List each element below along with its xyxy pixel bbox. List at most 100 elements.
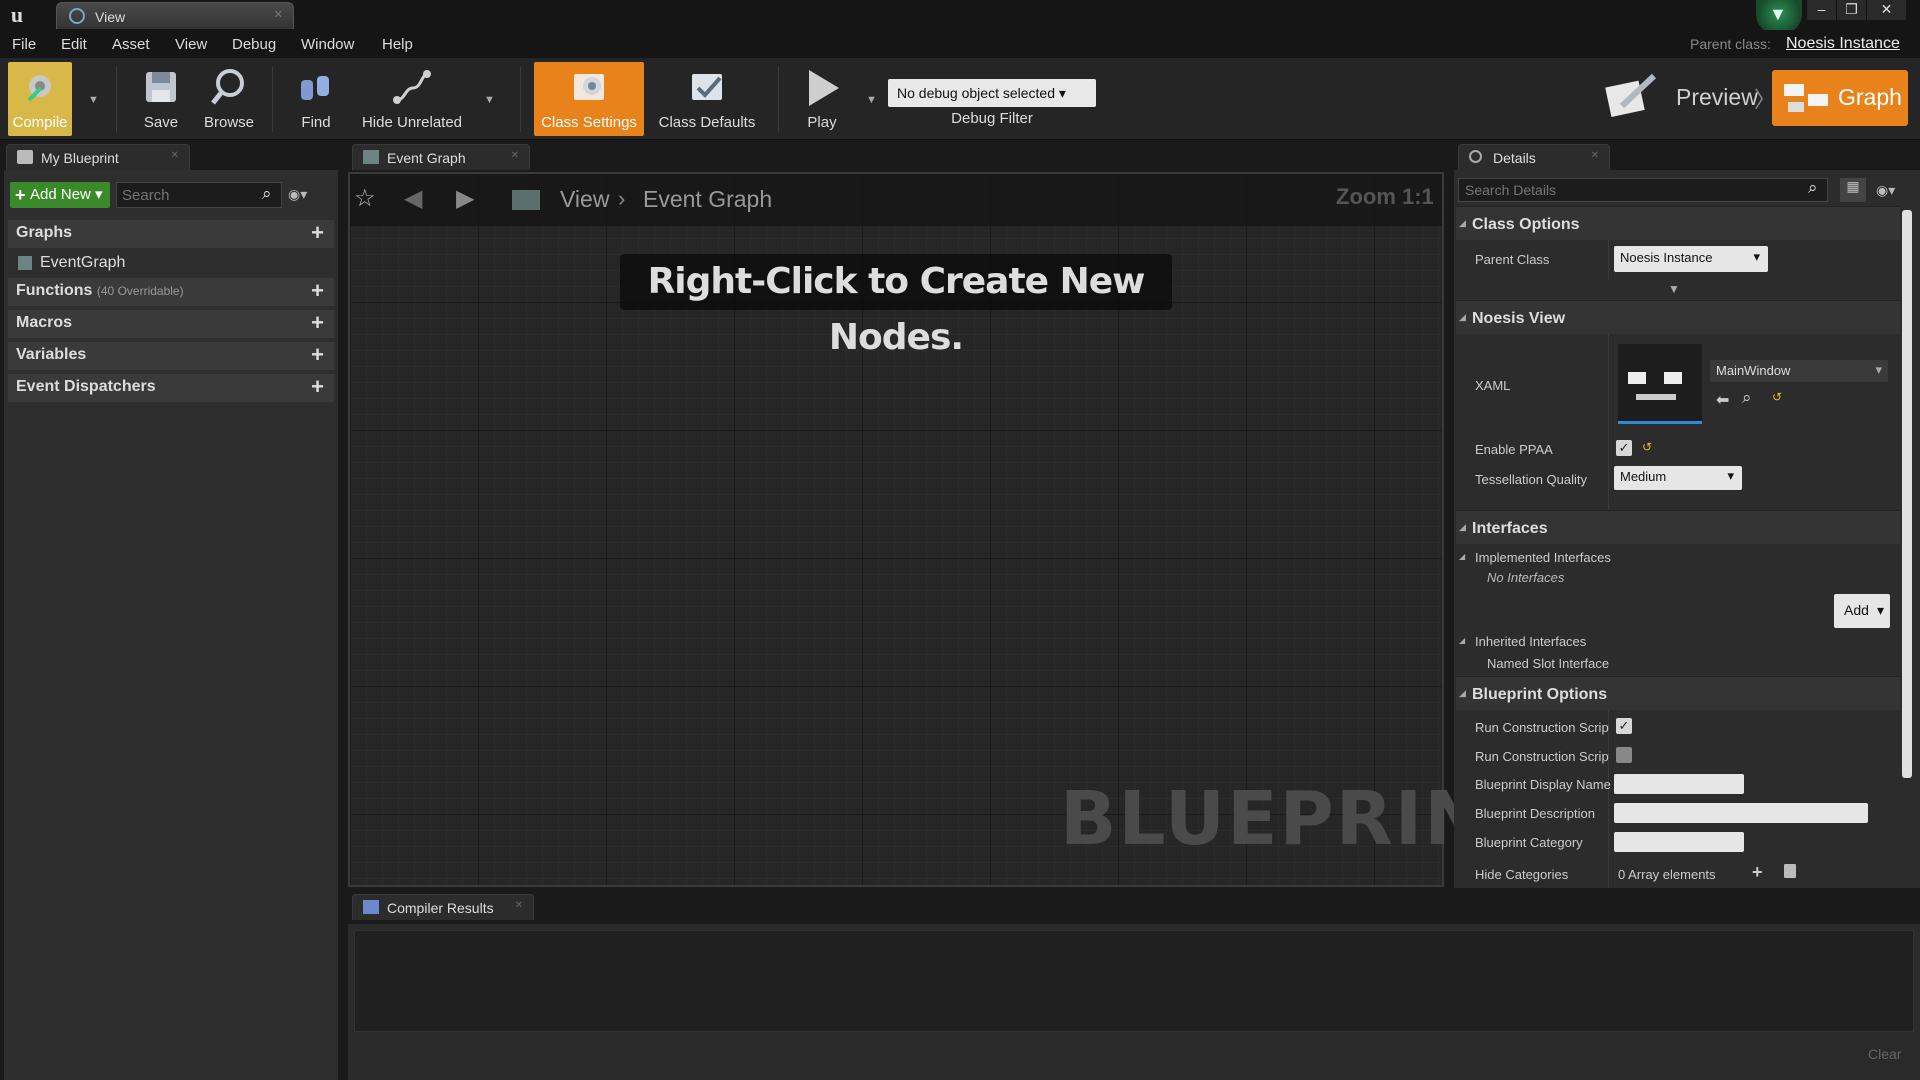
close-tab-icon[interactable]: ✕: [274, 8, 283, 21]
event-graph-item[interactable]: EventGraph: [18, 254, 318, 276]
blueprint-description-input[interactable]: [1614, 803, 1868, 823]
hide-unrelated-button[interactable]: Hide Unrelated: [358, 62, 466, 136]
play-button[interactable]: Play: [794, 62, 850, 136]
restore-button[interactable]: ❐: [1836, 0, 1866, 20]
add-graph-plus-icon[interactable]: +: [311, 220, 324, 246]
collapse-triangle-icon[interactable]: ◢: [1459, 636, 1465, 645]
my-blueprint-search-input[interactable]: [116, 182, 282, 208]
add-new-button[interactable]: + Add New ▾: [10, 182, 110, 208]
variables-section[interactable]: Variables +: [8, 342, 334, 370]
tessellation-quality-dropdown[interactable]: Medium ▾: [1614, 466, 1742, 490]
close-window-button[interactable]: ✕: [1866, 0, 1906, 20]
parent-class-link[interactable]: Noesis Instance: [1786, 35, 1900, 53]
favorite-star-icon[interactable]: ☆: [354, 184, 376, 213]
functions-section-label: Functions (40 Overridable): [16, 282, 184, 299]
class-settings-gear-icon: [574, 74, 604, 100]
add-event-dispatcher-plus-icon[interactable]: +: [311, 374, 324, 400]
column-divider: [1608, 334, 1609, 510]
find-button[interactable]: Find: [288, 62, 344, 136]
debug-filter-label: Debug Filter: [951, 110, 1033, 127]
interfaces-section[interactable]: ◢ Interfaces: [1456, 510, 1900, 544]
run-construction-script-checkbox[interactable]: ✓: [1616, 718, 1632, 734]
blueprint-display-name-input[interactable]: [1614, 774, 1744, 794]
menu-edit[interactable]: Edit: [61, 36, 87, 53]
hide-unrelated-dropdown-icon[interactable]: ▼: [484, 94, 495, 106]
macros-section[interactable]: Macros +: [8, 310, 334, 338]
functions-section[interactable]: Functions (40 Overridable) +: [8, 278, 334, 306]
debug-object-select[interactable]: No debug object selected ▾: [888, 79, 1096, 107]
details-search-input[interactable]: [1458, 178, 1828, 202]
source-control-badge[interactable]: ▼: [1756, 0, 1802, 34]
parent-class-dropdown[interactable]: Noesis Instance ▾: [1614, 246, 1768, 272]
menu-asset[interactable]: Asset: [112, 36, 150, 53]
blueprint-options-section[interactable]: ◢ Blueprint Options: [1456, 676, 1900, 710]
graphs-section-label: Graphs: [16, 224, 73, 241]
collapse-triangle-icon: ◢: [1459, 688, 1466, 698]
browse-asset-magnifier-icon[interactable]: ⌕: [1742, 388, 1752, 408]
collapse-triangle-icon: ◢: [1459, 312, 1466, 322]
event-graph-tab-label: Event Graph: [387, 150, 466, 166]
expand-advanced-icon[interactable]: ▼: [1668, 282, 1680, 296]
event-graph-tab[interactable]: Event Graph ✕: [352, 144, 530, 170]
reset-to-default-icon[interactable]: ↺: [1772, 390, 1782, 404]
class-defaults-button[interactable]: Class Defaults: [652, 62, 762, 136]
compiler-results-tab[interactable]: Compiler Results ✕: [352, 894, 534, 920]
visibility-eye-icon[interactable]: ◉▾: [1876, 182, 1895, 199]
add-macro-plus-icon[interactable]: +: [311, 310, 324, 336]
preview-mode-button[interactable]: Preview: [1604, 68, 1764, 126]
clear-button[interactable]: Clear: [1868, 1046, 1901, 1062]
close-tab-icon[interactable]: ✕: [515, 900, 523, 911]
menu-view[interactable]: View: [175, 36, 207, 53]
blueprint-category-input[interactable]: [1614, 832, 1744, 852]
close-tab-icon[interactable]: ✕: [1591, 150, 1599, 161]
my-blueprint-tab[interactable]: My Blueprint ✕: [6, 144, 190, 170]
menu-window[interactable]: Window: [301, 36, 354, 53]
close-tab-icon[interactable]: ✕: [171, 150, 179, 161]
class-settings-button[interactable]: Class Settings: [534, 62, 644, 136]
graph-icon: [363, 150, 379, 164]
xaml-asset-dropdown[interactable]: MainWindow ▾: [1710, 360, 1888, 382]
add-function-plus-icon[interactable]: +: [311, 278, 324, 304]
document-tab[interactable]: View ✕: [56, 2, 294, 29]
save-button[interactable]: Save: [134, 62, 188, 136]
browse-button[interactable]: Browse: [198, 62, 260, 136]
chevron-down-icon: ▾: [1058, 85, 1066, 101]
compile-button[interactable]: Compile: [8, 62, 72, 136]
toolbar-separator: [520, 66, 521, 132]
minimize-button[interactable]: –: [1806, 0, 1836, 20]
menu-file[interactable]: File: [12, 36, 36, 53]
add-variable-plus-icon[interactable]: +: [311, 342, 324, 368]
menu-debug[interactable]: Debug: [232, 36, 276, 53]
enable-ppaa-checkbox[interactable]: ✓: [1616, 440, 1632, 456]
graph-mode-button[interactable]: Graph: [1772, 70, 1908, 126]
forward-arrow-icon[interactable]: ▶: [456, 184, 474, 213]
event-dispatchers-section[interactable]: Event Dispatchers +: [8, 374, 334, 402]
trash-icon[interactable]: [1784, 864, 1796, 878]
collapse-triangle-icon[interactable]: ◢: [1459, 552, 1465, 561]
blueprint-description-label: Blueprint Description: [1475, 806, 1595, 821]
close-tab-icon[interactable]: ✕: [511, 150, 519, 161]
run-construction-script-checkbox[interactable]: [1616, 747, 1632, 763]
details-tab[interactable]: Details ✕: [1458, 144, 1610, 170]
chevron-down-icon: ▾: [95, 186, 103, 203]
compile-options-dropdown-icon[interactable]: ▼: [88, 94, 99, 106]
named-slot-interface-item: Named Slot Interface: [1487, 656, 1610, 671]
breadcrumb-root[interactable]: View: [560, 186, 609, 213]
add-element-plus-icon[interactable]: +: [1752, 862, 1763, 883]
menu-help[interactable]: Help: [382, 36, 413, 53]
property-matrix-icon[interactable]: ▦: [1840, 178, 1866, 202]
reset-to-default-icon[interactable]: ↺: [1642, 440, 1652, 454]
graphs-section[interactable]: Graphs +: [8, 220, 334, 248]
visibility-eye-icon[interactable]: ◉▾: [288, 186, 307, 203]
xaml-thumbnail[interactable]: [1618, 344, 1702, 424]
back-arrow-icon[interactable]: ◀: [404, 184, 422, 213]
add-interface-button[interactable]: Add ▾: [1834, 594, 1890, 628]
play-options-dropdown-icon[interactable]: ▼: [866, 94, 877, 106]
details-scrollbar[interactable]: [1902, 210, 1912, 778]
noesis-view-section[interactable]: ◢ Noesis View: [1456, 300, 1900, 334]
use-selected-arrow-icon[interactable]: ⬅: [1716, 390, 1729, 410]
no-interfaces-text: No Interfaces: [1487, 570, 1565, 585]
class-options-section[interactable]: ◢ Class Options: [1456, 206, 1900, 240]
xaml-label: XAML: [1475, 378, 1511, 393]
breadcrumb-leaf[interactable]: Event Graph: [643, 186, 772, 213]
